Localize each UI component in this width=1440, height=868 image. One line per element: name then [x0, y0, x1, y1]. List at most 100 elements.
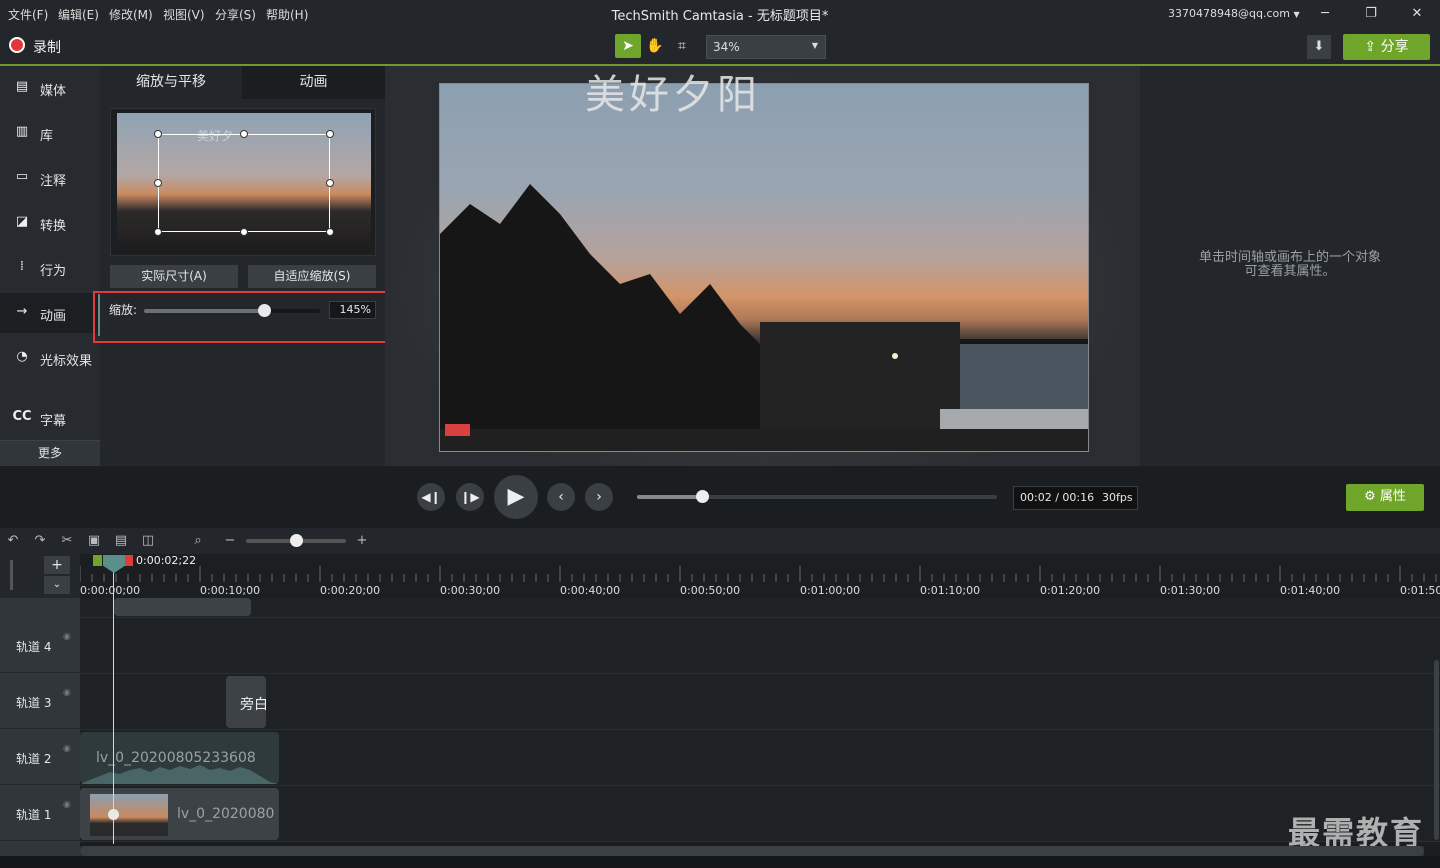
- menu-file[interactable]: 文件(F): [8, 6, 48, 23]
- zoom-select[interactable]: 34% ▼: [706, 35, 826, 59]
- track-lane-5[interactable]: [80, 598, 1440, 618]
- download-button[interactable]: ⬇: [1307, 35, 1331, 59]
- resize-handle[interactable]: [240, 130, 248, 138]
- cut-icon[interactable]: ✂: [58, 532, 76, 550]
- library-icon: ▥: [15, 124, 29, 139]
- properties-button[interactable]: ⚙ 属性: [1346, 484, 1424, 511]
- more-button[interactable]: 更多: [0, 440, 100, 466]
- resize-handle[interactable]: [326, 179, 334, 187]
- canvas-overlay-title[interactable]: 美好夕阳: [585, 62, 761, 120]
- timeline-scrollbar-thumb[interactable]: [80, 846, 1424, 856]
- scale-value-input[interactable]: 145%: [329, 301, 376, 319]
- resize-handle[interactable]: [154, 228, 162, 236]
- clip-video-label: lv_0_2020080: [177, 806, 275, 822]
- sidebar-item-media[interactable]: ▤ 媒体: [0, 68, 100, 108]
- track-lane-2[interactable]: lv_0_20200805233608: [80, 730, 1440, 786]
- previous-button[interactable]: ‹: [547, 483, 575, 511]
- video-canvas[interactable]: [439, 83, 1089, 452]
- sidebar-item-captions[interactable]: CC 字幕: [0, 398, 100, 438]
- scale-slider-knob[interactable]: [257, 304, 271, 317]
- tick-label: 0:00:40;00: [560, 584, 621, 597]
- pan-tool-button[interactable]: ✋: [642, 34, 668, 58]
- step-forward-button[interactable]: ❙▶: [456, 483, 484, 511]
- zoom-out-icon[interactable]: −: [221, 532, 239, 550]
- resize-handle[interactable]: [154, 179, 162, 187]
- behavior-icon: ⁞: [19, 259, 25, 274]
- timeline-scrollbar[interactable]: [80, 846, 1424, 856]
- eye-icon[interactable]: ◉: [63, 800, 71, 810]
- sidebar-item-annotations[interactable]: ▭ 注释: [0, 158, 100, 198]
- record-button[interactable]: 录制: [0, 28, 80, 64]
- step-forward-icon: ❙▶: [460, 490, 480, 504]
- timeline-zoom-knob[interactable]: [290, 534, 303, 547]
- menu-share[interactable]: 分享(S): [215, 6, 256, 23]
- step-back-button[interactable]: ◀❙: [417, 483, 445, 511]
- track-height-slider[interactable]: [10, 560, 13, 590]
- sidebar-item-label: 行为: [40, 264, 67, 279]
- resize-handle[interactable]: [326, 228, 334, 236]
- playhead-line[interactable]: [113, 560, 114, 844]
- add-track-button[interactable]: +: [44, 556, 70, 574]
- playhead-knob[interactable]: [108, 809, 119, 820]
- menu-edit[interactable]: 编辑(E): [58, 6, 99, 23]
- menu-help[interactable]: 帮助(H): [266, 6, 308, 23]
- clip-partial[interactable]: [114, 598, 251, 616]
- copy-icon[interactable]: ▣: [85, 532, 103, 550]
- chevron-down-icon: ▼: [811, 41, 818, 50]
- track-lane-3[interactable]: 旁白: [80, 674, 1440, 730]
- scale-slider[interactable]: [144, 304, 320, 317]
- fit-zoom-button[interactable]: 自适应缩放(S): [248, 265, 376, 288]
- zoom-icon[interactable]: ⌕: [189, 532, 207, 550]
- track-lane-1[interactable]: lv_0_2020080: [80, 786, 1440, 842]
- track-header-4[interactable]: 轨道 4 ◉: [0, 618, 80, 673]
- seek-slider-knob[interactable]: [695, 490, 709, 503]
- vertical-scrollbar[interactable]: [1434, 660, 1439, 840]
- split-icon[interactable]: ◫: [139, 532, 157, 550]
- fps-label: 30fps: [1102, 491, 1133, 504]
- undo-icon[interactable]: ↶: [4, 532, 22, 550]
- eye-icon[interactable]: ◉: [63, 688, 71, 698]
- track-headers: + ⌄ 轨道 4 ◉ 轨道 3 ◉ 轨道 2 ◉ 轨道 1 ◉: [0, 554, 80, 868]
- share-icon: ⇪: [1364, 39, 1377, 55]
- sidebar-item-transitions[interactable]: ◪ 转换: [0, 203, 100, 243]
- zoom-selection-box[interactable]: [158, 134, 330, 232]
- eye-icon[interactable]: ◉: [63, 744, 71, 754]
- sidebar-item-library[interactable]: ▥ 库: [0, 113, 100, 153]
- track-header-1[interactable]: 轨道 1 ◉: [0, 786, 80, 841]
- close-button[interactable]: ✕: [1404, 4, 1430, 24]
- track-header-3[interactable]: 轨道 3 ◉: [0, 674, 80, 729]
- share-button[interactable]: ⇪ 分享: [1343, 34, 1430, 60]
- account-menu[interactable]: 3370478948@qq.com ▼: [1168, 7, 1300, 20]
- sidebar-item-behaviors[interactable]: ⁞ 行为: [0, 248, 100, 288]
- collapse-tracks-button[interactable]: ⌄: [44, 576, 70, 594]
- clip-narration[interactable]: 旁白: [226, 676, 266, 728]
- paste-icon[interactable]: ▤: [112, 532, 130, 550]
- zoom-in-icon[interactable]: +: [353, 532, 371, 550]
- clip-audio[interactable]: lv_0_20200805233608: [80, 732, 279, 784]
- timeline-ruler[interactable]: 0:00:00;00 0:00:10;00 0:00:20;00 0:00:30…: [80, 554, 1440, 598]
- crop-tool-button[interactable]: ⌗: [669, 34, 695, 58]
- resize-handle[interactable]: [326, 130, 334, 138]
- sidebar-item-animations[interactable]: → 动画: [0, 293, 100, 333]
- sidebar-item-cursor-effects[interactable]: ◔ 光标效果: [0, 338, 100, 378]
- next-button[interactable]: ›: [585, 483, 613, 511]
- timeline-toolbar: ↶ ↷ ✂ ▣ ▤ ◫ ⌕ − +: [0, 528, 1440, 554]
- seek-slider[interactable]: [637, 490, 997, 503]
- tab-animation[interactable]: 动画: [242, 66, 385, 99]
- restore-button[interactable]: ❐: [1358, 4, 1384, 24]
- menu-view[interactable]: 视图(V): [163, 6, 205, 23]
- play-button[interactable]: ▶: [494, 475, 538, 519]
- track-lane-4[interactable]: [80, 618, 1440, 674]
- resize-handle[interactable]: [240, 228, 248, 236]
- title-bar: 文件(F) 编辑(E) 修改(M) 视图(V) 分享(S) 帮助(H) Tech…: [0, 0, 1440, 28]
- redo-icon[interactable]: ↷: [31, 532, 49, 550]
- eye-icon[interactable]: ◉: [63, 632, 71, 642]
- track-header-2[interactable]: 轨道 2 ◉: [0, 730, 80, 785]
- select-tool-button[interactable]: ➤: [615, 34, 641, 58]
- menu-modify[interactable]: 修改(M): [109, 6, 153, 23]
- minimize-button[interactable]: ─: [1312, 4, 1338, 24]
- tick-label: 0:01:30;00: [1160, 584, 1221, 597]
- actual-size-button[interactable]: 实际尺寸(A): [110, 265, 238, 288]
- resize-handle[interactable]: [154, 130, 162, 138]
- tab-zoom-pan[interactable]: 缩放与平移: [100, 66, 242, 99]
